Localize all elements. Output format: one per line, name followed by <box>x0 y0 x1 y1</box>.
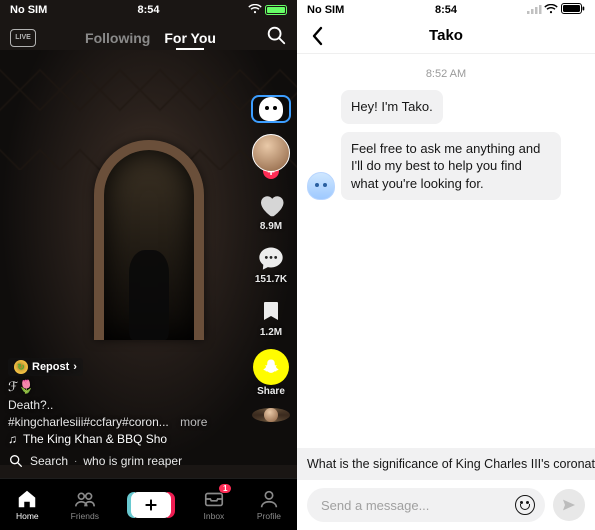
feed-tabs: Following For You <box>85 30 216 46</box>
chat-title: Tako <box>429 27 463 44</box>
tiktok-feed-pane: No SIM 8:54 LIVE Following For You + <box>0 0 297 530</box>
caption-line-1[interactable]: Death?.. <box>8 398 237 412</box>
search-row-label: Search <box>30 454 68 468</box>
status-time: 8:54 <box>137 4 159 16</box>
wifi-icon <box>248 4 262 17</box>
tako-chat-pane: No SIM 8:54 Tako 8:52 AM Hey! I'm Tako. … <box>297 0 595 530</box>
tab-following[interactable]: Following <box>85 30 150 46</box>
live-button[interactable]: LIVE <box>10 29 36 47</box>
creator-avatar-item[interactable]: + <box>252 134 290 179</box>
bottom-nav: Home Friends 1 Inbox Profile <box>0 478 297 530</box>
like-count: 8.9M <box>260 221 282 232</box>
home-icon <box>16 488 38 510</box>
friends-icon <box>74 488 96 510</box>
repost-badge-icon: ↻ <box>14 360 28 374</box>
sound-disc[interactable] <box>252 408 290 422</box>
nav-profile[interactable]: Profile <box>257 488 281 521</box>
status-bar-left: No SIM 8:54 <box>0 0 297 18</box>
cell-signal-icon <box>527 4 541 17</box>
chat-body[interactable]: 8:52 AM Hey! I'm Tako. Feel free to ask … <box>297 54 595 448</box>
chat-timestamp: 8:52 AM <box>307 68 585 80</box>
inbox-badge: 1 <box>219 484 230 493</box>
video-metadata: ↻ Repost › ℱ🌷 Death?.. #kingcharlesiii#c… <box>8 358 237 446</box>
suggestion-chip[interactable]: What is the significance of King Charles… <box>297 448 595 480</box>
bookmark-button[interactable]: 1.2M <box>256 296 286 338</box>
message-bubble: Feel free to ask me anything and I'll do… <box>341 132 561 201</box>
profile-icon <box>258 488 280 510</box>
status-bar-right: No SIM 8:54 <box>297 0 595 18</box>
emoji-icon[interactable] <box>515 495 535 515</box>
inbox-icon: 1 <box>203 488 225 510</box>
carrier-label-right: No SIM <box>307 4 344 16</box>
like-button[interactable]: 8.9M <box>256 190 286 232</box>
comment-icon <box>256 243 286 273</box>
bookmark-icon <box>256 296 286 326</box>
chat-input-row: Send a message... <box>297 480 595 530</box>
comment-count: 151.7K <box>255 274 287 285</box>
share-button[interactable]: Share <box>253 349 289 397</box>
nav-inbox[interactable]: 1 Inbox <box>203 488 225 521</box>
message-bubble: Hey! I'm Tako. <box>341 90 443 124</box>
comment-button[interactable]: 151.7K <box>255 243 287 285</box>
battery-icon-right <box>561 3 585 17</box>
send-button[interactable] <box>553 489 585 521</box>
back-button[interactable] <box>303 26 331 46</box>
message-row: Hey! I'm Tako. <box>307 90 585 124</box>
battery-charging-icon <box>265 5 287 15</box>
status-time-right: 8:54 <box>435 4 457 16</box>
chatbot-icon <box>259 97 283 121</box>
repost-label: Repost <box>32 361 69 373</box>
caption-more[interactable]: more <box>180 415 207 429</box>
tako-avatar-icon[interactable] <box>307 172 335 200</box>
nav-home[interactable]: Home <box>16 488 39 521</box>
create-button[interactable] <box>131 492 171 518</box>
repost-pill[interactable]: ↻ Repost › <box>8 358 83 376</box>
carrier-label: No SIM <box>10 4 47 16</box>
sound-row[interactable]: ♫ The King Khan & BBQ Sho <box>8 432 237 446</box>
tab-for-you[interactable]: For You <box>164 30 216 46</box>
search-row-query: who is grim reaper <box>83 454 182 468</box>
message-row: Feel free to ask me anything and I'll do… <box>307 132 585 201</box>
sound-title: The King Khan & BBQ Sho <box>23 432 167 446</box>
music-note-icon: ♫ <box>8 432 17 446</box>
snapchat-icon <box>253 349 289 385</box>
wifi-icon-right <box>544 4 558 17</box>
input-placeholder: Send a message... <box>321 498 429 513</box>
creator-avatar[interactable] <box>252 134 290 172</box>
action-rail: + 8.9M 151.7K 1.2M Share <box>251 95 291 410</box>
nav-create[interactable] <box>131 492 171 518</box>
heart-icon <box>256 190 286 220</box>
search-icon-small <box>8 453 24 469</box>
message-input[interactable]: Send a message... <box>307 488 545 522</box>
caption-emoji: ℱ🌷 <box>8 379 34 395</box>
chevron-right-icon: › <box>73 361 77 373</box>
nav-friends[interactable]: Friends <box>71 488 99 521</box>
caption-line-2[interactable]: #kingcharlesiii#ccfary#coron... more <box>8 415 237 429</box>
share-label: Share <box>257 386 285 397</box>
bookmark-count: 1.2M <box>260 327 282 338</box>
related-search-row[interactable]: Search · who is grim reaper <box>8 448 289 474</box>
separator-dot: · <box>74 456 77 467</box>
search-icon[interactable] <box>265 24 287 51</box>
chat-header: Tako <box>297 18 595 54</box>
chatbot-button[interactable] <box>251 95 291 123</box>
